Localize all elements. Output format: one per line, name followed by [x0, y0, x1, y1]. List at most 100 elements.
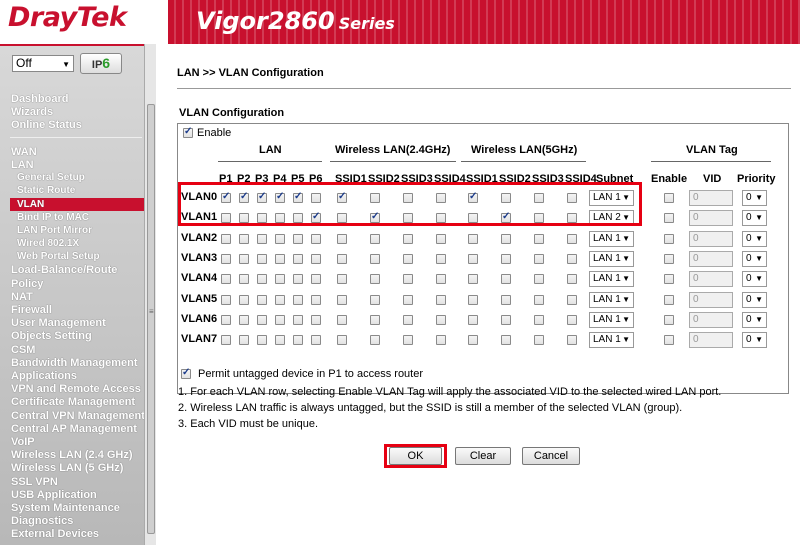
vlan-member-checkbox[interactable]: [337, 335, 347, 346]
subnet-select[interactable]: LAN 1 ▼: [589, 291, 634, 308]
vlan-member-checkbox[interactable]: [293, 233, 303, 244]
vlan-member-checkbox[interactable]: [468, 294, 478, 305]
nav-subitem-vlan[interactable]: VLAN: [10, 198, 144, 212]
vlan-tag-enable-checkbox[interactable]: [664, 314, 674, 325]
nav-item-usb-application[interactable]: USB Application: [11, 489, 97, 501]
nav-item-wireless-lan-2-4-ghz[interactable]: Wireless LAN (2.4 GHz): [11, 449, 133, 461]
vlan-member-checkbox[interactable]: [501, 253, 511, 264]
subnet-select[interactable]: LAN 1 ▼: [589, 271, 634, 288]
vid-input[interactable]: 0: [689, 291, 733, 308]
nav-item-external-devices[interactable]: External Devices: [11, 528, 99, 540]
vlan-member-checkbox[interactable]: [221, 335, 231, 346]
subnet-select[interactable]: LAN 1 ▼: [589, 332, 634, 349]
nav-subitem-bind-ip-to-mac[interactable]: Bind IP to MAC: [17, 212, 89, 223]
vlan-member-checkbox[interactable]: [221, 314, 231, 325]
vlan-member-checkbox[interactable]: [501, 294, 511, 305]
vlan-member-checkbox[interactable]: [436, 314, 446, 325]
vlan-member-checkbox[interactable]: [311, 274, 321, 285]
vlan-member-checkbox[interactable]: [567, 294, 577, 305]
vid-input[interactable]: 0: [689, 311, 733, 328]
vlan-member-checkbox[interactable]: [239, 314, 249, 325]
priority-select[interactable]: 0 ▼: [742, 210, 767, 227]
nav-item-bandwidth-management[interactable]: Bandwidth Management: [11, 357, 138, 369]
vlan-member-checkbox[interactable]: [436, 335, 446, 346]
vlan-member-checkbox[interactable]: [567, 314, 577, 325]
vlan-member-checkbox[interactable]: [239, 335, 249, 346]
vlan-member-checkbox[interactable]: [221, 233, 231, 244]
permit-untagged-checkbox[interactable]: [181, 367, 191, 379]
vlan-member-checkbox[interactable]: [311, 253, 321, 264]
vlan-member-checkbox[interactable]: [275, 233, 285, 244]
cancel-button[interactable]: Cancel: [522, 447, 580, 465]
ipv6-button[interactable]: IP6: [80, 53, 122, 74]
vlan-member-checkbox[interactable]: [311, 335, 321, 346]
vlan-member-checkbox[interactable]: [567, 233, 577, 244]
vlan-member-checkbox[interactable]: [257, 314, 267, 325]
vlan-member-checkbox[interactable]: [403, 294, 413, 305]
nav-item-applications[interactable]: Applications: [11, 370, 77, 382]
nav-item-diagnostics[interactable]: Diagnostics: [11, 515, 73, 527]
nav-item-system-maintenance[interactable]: System Maintenance: [11, 502, 120, 514]
vlan-member-checkbox[interactable]: [501, 233, 511, 244]
nav-item-wireless-lan-5-ghz[interactable]: Wireless LAN (5 GHz): [11, 462, 123, 474]
vlan-member-checkbox[interactable]: [468, 233, 478, 244]
vlan-member-checkbox[interactable]: [275, 335, 285, 346]
vid-input[interactable]: 0: [689, 332, 733, 349]
vlan-member-checkbox[interactable]: [436, 274, 446, 285]
vlan-member-checkbox[interactable]: [275, 253, 285, 264]
vlan-member-checkbox[interactable]: [534, 253, 544, 264]
vlan-member-checkbox[interactable]: [436, 294, 446, 305]
vlan-member-checkbox[interactable]: [403, 335, 413, 346]
vlan-member-checkbox[interactable]: [311, 233, 321, 244]
vlan-tag-enable-checkbox[interactable]: [664, 274, 674, 285]
vlan-member-checkbox[interactable]: [257, 233, 267, 244]
vlan-member-checkbox[interactable]: [403, 314, 413, 325]
vlan-member-checkbox[interactable]: [567, 253, 577, 264]
nav-item-csm[interactable]: CSM: [11, 344, 35, 356]
vid-input[interactable]: 0: [689, 271, 733, 288]
vlan-member-checkbox[interactable]: [293, 294, 303, 305]
vlan-member-checkbox[interactable]: [370, 335, 380, 346]
vlan-member-checkbox[interactable]: [221, 294, 231, 305]
vlan-member-checkbox[interactable]: [534, 294, 544, 305]
enable-checkbox[interactable]: [183, 126, 193, 138]
vid-input[interactable]: 0: [689, 230, 733, 247]
nav-item-voip[interactable]: VoIP: [11, 436, 35, 448]
vlan-member-checkbox[interactable]: [501, 314, 511, 325]
vlan-member-checkbox[interactable]: [337, 274, 347, 285]
vlan-member-checkbox[interactable]: [311, 294, 321, 305]
vlan-member-checkbox[interactable]: [370, 233, 380, 244]
vlan-member-checkbox[interactable]: [567, 274, 577, 285]
vlan-member-checkbox[interactable]: [221, 253, 231, 264]
vlan-member-checkbox[interactable]: [239, 253, 249, 264]
nav-subitem-wired-802-1x[interactable]: Wired 802.1X: [17, 238, 79, 249]
nav-item-lan[interactable]: LAN: [11, 159, 34, 171]
vlan-member-checkbox[interactable]: [257, 274, 267, 285]
vlan-tag-enable-checkbox[interactable]: [664, 193, 674, 203]
vlan-member-checkbox[interactable]: [337, 314, 347, 325]
vlan-member-checkbox[interactable]: [239, 294, 249, 305]
nav-item-certificate-management[interactable]: Certificate Management: [11, 396, 135, 408]
vlan-tag-enable-checkbox[interactable]: [664, 213, 674, 224]
vlan-member-checkbox[interactable]: [370, 253, 380, 264]
vlan-member-checkbox[interactable]: [311, 314, 321, 325]
vlan-member-checkbox[interactable]: [468, 335, 478, 346]
nav-item-central-vpn-management[interactable]: Central VPN Management: [11, 410, 145, 422]
subnet-select[interactable]: LAN 1 ▼: [589, 311, 634, 328]
nav-item-wan[interactable]: WAN: [11, 146, 37, 158]
vlan-member-checkbox[interactable]: [257, 294, 267, 305]
ok-button[interactable]: OK: [389, 447, 442, 465]
nav-item-vpn-and-remote-access[interactable]: VPN and Remote Access: [11, 383, 141, 395]
mode-select[interactable]: Off ▼: [12, 55, 74, 72]
vlan-member-checkbox[interactable]: [468, 314, 478, 325]
subnet-select[interactable]: LAN 1 ▼: [589, 230, 634, 247]
vlan-member-checkbox[interactable]: [534, 314, 544, 325]
priority-select[interactable]: 0 ▼: [742, 332, 767, 349]
vlan-member-checkbox[interactable]: [534, 274, 544, 285]
priority-select[interactable]: 0 ▼: [742, 190, 767, 206]
vid-input[interactable]: 0: [689, 210, 733, 227]
nav-item-load-balance-route[interactable]: Load-Balance/Route: [11, 264, 117, 276]
vlan-member-checkbox[interactable]: [370, 294, 380, 305]
vlan-member-checkbox[interactable]: [403, 274, 413, 285]
nav-subitem-general-setup[interactable]: General Setup: [17, 172, 85, 183]
